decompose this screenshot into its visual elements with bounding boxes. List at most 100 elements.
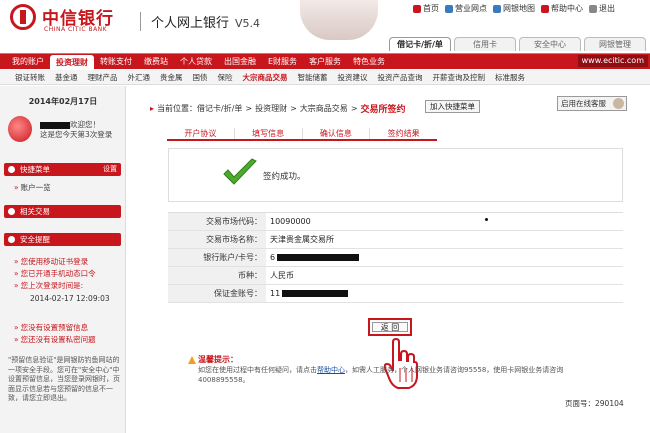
current-date: 2014年02月17日 (28, 97, 98, 106)
tips-text-a: 如您在使用过程中有任何疑问，请点击 (198, 366, 317, 374)
row-value: 6 (266, 249, 623, 266)
nav-my-account[interactable]: 我的账户 (6, 54, 50, 70)
row-label: 银行账户/卡号： (168, 249, 266, 266)
back-button[interactable]: 返 回 (372, 322, 408, 332)
nav-transfer[interactable]: 转账支付 (94, 54, 138, 70)
branches-link[interactable]: 营业网点 (445, 3, 487, 14)
main-tabs: 借记卡/折/单 信用卡 安全中心 网银管理 (389, 37, 646, 51)
page-number: 页面号：290104 (565, 399, 624, 408)
nav-e-finance[interactable]: E财服务 (262, 54, 303, 70)
warning-icon (188, 356, 196, 364)
phishing-notice: "预留信息验证"是网银防钓鱼网站的一项安全手段。您可在"安全中心"中设置预留信息… (8, 356, 120, 402)
security-item-otp: 您已开通手机动态口令 (14, 268, 96, 279)
subnav-insurance[interactable]: 保险 (213, 72, 238, 83)
nav-payment[interactable]: 缴费站 (138, 54, 174, 70)
warning-no-reserved-info[interactable]: 您没有设置预留信息 (14, 322, 89, 333)
exit-link[interactable]: 退出 (589, 3, 615, 14)
user-avatar-icon (8, 116, 32, 142)
subnav-commodities[interactable]: 大宗商品交易 (238, 72, 293, 83)
subnav-bonds[interactable]: 国债 (188, 72, 213, 83)
security-item-cert: 您使用移动证书登录 (14, 256, 89, 267)
subnav-precious-metals[interactable]: 贵金属 (155, 72, 188, 83)
tab-credit-card[interactable]: 信用卡 (454, 37, 516, 51)
quick-menu-settings-button[interactable]: 设置 (103, 163, 117, 176)
breadcrumb-marker-icon: ▸ (150, 104, 155, 113)
subnav-advice[interactable]: 投资建议 (333, 72, 373, 83)
table-row: 保证金账号： 11 (168, 285, 623, 303)
bank-name-en: CHINA CITIC BANK (44, 26, 108, 33)
home-link[interactable]: 首页 (413, 3, 439, 14)
subnav-standard-service[interactable]: 标准服务 (490, 72, 530, 83)
subnav-salary-query[interactable]: 开薪查询及控制 (428, 72, 491, 83)
bank-logo-icon (10, 4, 36, 30)
subnav-funds[interactable]: 基金通 (50, 72, 83, 83)
breadcrumb-item: 当前位置：借记卡/折/单 (157, 104, 243, 113)
help-center-link[interactable]: 帮助中心 (317, 366, 345, 374)
row-value: 11 (266, 285, 623, 302)
nav-customer-service[interactable]: 客户服务 (303, 54, 347, 70)
subnav-securities-transfer[interactable]: 银证转账 (10, 72, 50, 83)
map-icon (493, 4, 501, 13)
masked-username (40, 121, 70, 129)
security-item-last-login: 您上次登录时间是: (14, 280, 84, 291)
contract-info-table: 交易市场代码： 10090000 交易市场名称： 天津贵金属交易所 银行账户/卡号：… (168, 212, 623, 303)
breadcrumb-item[interactable]: 投资理财 (255, 103, 287, 114)
banner-person-image (300, 0, 378, 40)
quick-item-account-overview[interactable]: 账户一览 (14, 182, 51, 193)
step-agreement: 开户协议 (184, 129, 217, 138)
tab-ebank-management[interactable]: 网银管理 (584, 37, 646, 51)
site-url: www.ecitic.com (577, 55, 648, 67)
redacted-mask (277, 254, 360, 261)
help-icon (541, 4, 549, 13)
step-tabs: 开户协议 填写信息 确认信息 签约结果 (167, 128, 437, 141)
related-transactions-header[interactable]: 相关交易 (4, 205, 121, 218)
home-icon (413, 4, 421, 13)
tips-panel: 温馨提示： 如您在使用过程中有任何疑问，请点击帮助中心，如需人工服务，个人网银业… (188, 355, 608, 385)
welcome-text: 欢迎您！ 这是您今天第3次登录 (40, 120, 113, 139)
tips-title: 温馨提示： (198, 355, 238, 364)
subnav-product-query[interactable]: 投资产品查询 (373, 72, 428, 83)
step-result: 签约结果 (369, 128, 437, 139)
step-confirm: 确认信息 (301, 128, 370, 139)
exit-icon (589, 4, 597, 13)
row-label: 币种： (168, 267, 266, 284)
add-quick-menu-button[interactable]: 加入快捷菜单 (425, 100, 480, 113)
row-label: 交易市场名称： (168, 231, 266, 248)
sub-nav: 银证转账 基金通 理财产品 外汇通 贵金属 国债 保险 大宗商品交易 智能储蓄 … (0, 70, 650, 85)
version: V5.4 (235, 17, 261, 30)
help-link[interactable]: 帮助中心 (541, 3, 583, 14)
nav-special[interactable]: 特色业务 (347, 54, 391, 70)
online-service-button[interactable]: 启用在线客服 (557, 96, 627, 111)
tab-security-center[interactable]: 安全中心 (519, 37, 581, 51)
table-row: 币种： 人民币 (168, 267, 623, 285)
nav-overseas[interactable]: 出国金融 (218, 54, 262, 70)
subnav-wealth-products[interactable]: 理财产品 (83, 72, 123, 83)
last-login-time: 2014-02-17 12:09:03 (30, 294, 110, 303)
table-row: 交易市场名称： 天津贵金属交易所 (168, 231, 623, 249)
success-message: 签约成功。 (263, 172, 306, 182)
subnav-forex[interactable]: 外汇通 (123, 72, 156, 83)
top-links: 首页 营业网点 网银地图 帮助中心 退出 (413, 3, 615, 14)
back-button-highlight: 返 回 (368, 318, 412, 336)
tab-debit-card[interactable]: 借记卡/折/单 (389, 37, 451, 51)
redacted-mask (282, 290, 349, 297)
row-label: 交易市场代码： (168, 213, 266, 230)
row-label: 保证金账号： (168, 285, 266, 302)
map-link[interactable]: 网银地图 (493, 3, 535, 14)
quick-menu-header[interactable]: 快捷菜单 设置 (4, 163, 121, 176)
check-icon (223, 158, 257, 185)
row-value: 人民币 (270, 270, 294, 280)
table-row: 银行账户/卡号： 6 (168, 249, 623, 267)
nav-investment[interactable]: 投资理财 (50, 55, 94, 70)
main-nav: 我的账户 投资理财 转账支付 缴费站 个人贷款 出国金融 E财服务 客户服务 特… (0, 53, 650, 70)
breadcrumb-item[interactable]: 大宗商品交易 (300, 103, 348, 114)
row-value: 天津贵金属交易所 (270, 234, 334, 244)
warning-no-private-question[interactable]: 您还没有设置私密问题 (14, 334, 96, 345)
step-fill-info: 填写信息 (233, 128, 302, 139)
nav-loans[interactable]: 个人贷款 (174, 54, 218, 70)
row-value: 10090000 (270, 216, 311, 226)
table-row: 交易市场代码： 10090000 (168, 213, 623, 231)
security-reminder-header[interactable]: 安全提醒 (4, 233, 121, 246)
subnav-smart-savings[interactable]: 智能储蓄 (293, 72, 333, 83)
building-icon (445, 4, 453, 13)
